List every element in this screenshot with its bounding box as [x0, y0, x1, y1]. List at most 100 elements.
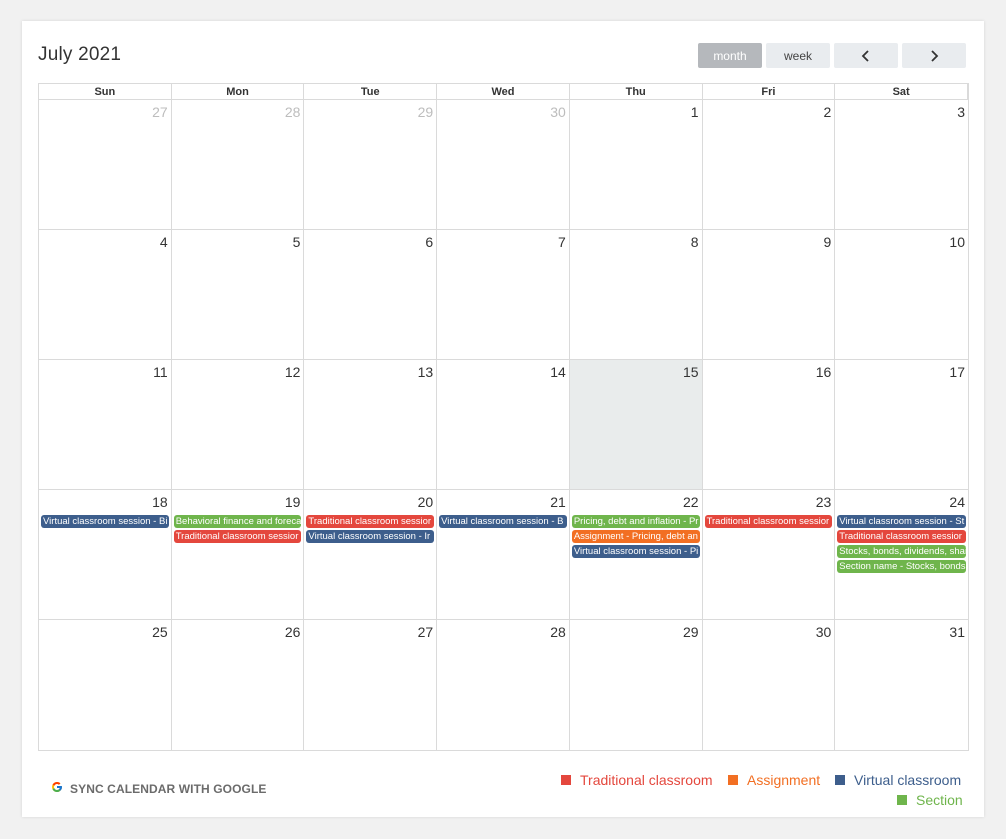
day-of-week-header: Sun: [39, 84, 172, 100]
day-cell[interactable]: 26: [172, 620, 305, 750]
event-traditional[interactable]: Traditional classroom sessior: [306, 515, 435, 528]
day-cell[interactable]: 24 Virtual classroom session - St Traditio…: [835, 490, 968, 620]
day-cell[interactable]: 22 Pricing, debt and inflation - Pr Assign…: [569, 490, 703, 620]
event-assignment[interactable]: Assignment - Pricing, debt an: [571, 530, 700, 543]
day-number[interactable]: 29: [683, 624, 699, 640]
day-number[interactable]: 23: [816, 494, 832, 510]
day-cell[interactable]: 30: [437, 100, 570, 230]
day-cell[interactable]: 9: [702, 230, 836, 360]
day-number[interactable]: 27: [418, 624, 434, 640]
event-section[interactable]: Section name - Stocks, bonds: [837, 560, 966, 573]
day-number[interactable]: 10: [949, 234, 965, 250]
month-view-button[interactable]: month: [698, 43, 762, 68]
day-cell[interactable]: 18 Virtual classroom session - Bi: [39, 490, 172, 620]
day-number[interactable]: 2: [823, 104, 831, 120]
event-traditional[interactable]: Traditional classroom sessior: [173, 530, 302, 543]
day-cell[interactable]: 28: [437, 620, 570, 750]
day-number[interactable]: 19: [285, 494, 301, 510]
day-cell[interactable]: 30: [703, 620, 836, 750]
event-section[interactable]: Behavioral finance and foreca: [173, 515, 302, 528]
day-number[interactable]: 5: [293, 234, 301, 250]
day-cell[interactable]: 19 Behavioral finance and foreca Tradition…: [171, 490, 305, 620]
event-section[interactable]: Pricing, debt and inflation - Pr: [571, 515, 700, 528]
day-cell[interactable]: 7: [437, 230, 570, 360]
day-cell[interactable]: 16: [702, 360, 836, 490]
day-number[interactable]: 3: [957, 104, 965, 120]
day-number[interactable]: 12: [285, 364, 301, 380]
day-cell[interactable]: 11: [39, 360, 172, 490]
day-cell[interactable]: 29: [570, 620, 703, 750]
day-of-week-header: Tue: [304, 84, 438, 100]
day-cell[interactable]: 4: [39, 230, 172, 360]
day-cell[interactable]: 5: [171, 230, 305, 360]
event-virtual[interactable]: Virtual classroom session - B: [439, 515, 567, 528]
day-cell[interactable]: 12: [171, 360, 305, 490]
legend-assignment-swatch: [728, 775, 738, 785]
day-cell[interactable]: 23 Traditional classroom sessior: [702, 490, 836, 620]
day-cell[interactable]: 3: [835, 100, 968, 230]
day-number[interactable]: 30: [550, 104, 566, 120]
day-cell[interactable]: 25: [39, 620, 172, 750]
legend-section-swatch: [897, 795, 907, 805]
sync-google-button[interactable]: SYNC CALENDAR WITH GOOGLE: [51, 780, 267, 798]
day-cell[interactable]: 8: [569, 230, 703, 360]
legend-traditional-swatch: [561, 775, 571, 785]
day-number[interactable]: 9: [823, 234, 831, 250]
day-number[interactable]: 24: [949, 494, 965, 510]
day-cell[interactable]: 28: [171, 100, 305, 230]
day-cell[interactable]: 14: [437, 360, 570, 490]
event-virtual[interactable]: Virtual classroom session - Bi: [41, 515, 169, 528]
event-virtual[interactable]: Virtual classroom session - St: [837, 515, 966, 528]
day-number[interactable]: 25: [152, 624, 168, 640]
day-cell[interactable]: 27: [304, 620, 438, 750]
day-cell[interactable]: 6: [304, 230, 438, 360]
event-virtual[interactable]: Virtual classroom session - Ir: [306, 530, 435, 543]
calendar-title: July 2021: [38, 44, 122, 65]
day-number[interactable]: 30: [816, 624, 832, 640]
event-virtual[interactable]: Virtual classroom session - Pi: [571, 545, 700, 558]
day-number[interactable]: 17: [949, 364, 965, 380]
day-number[interactable]: 7: [558, 234, 566, 250]
day-number[interactable]: 26: [285, 624, 301, 640]
day-cell[interactable]: 29: [304, 100, 438, 230]
legend-virtual-swatch: [835, 775, 845, 785]
day-number[interactable]: 11: [153, 364, 168, 380]
day-events: Traditional classroom sessior Virtual cla…: [306, 515, 435, 545]
event-traditional[interactable]: Traditional classroom sessior: [837, 530, 966, 543]
day-number[interactable]: 8: [691, 234, 699, 250]
day-cell[interactable]: 17: [835, 360, 968, 490]
prev-month-button[interactable]: [834, 43, 898, 68]
day-cell[interactable]: 1: [569, 100, 703, 230]
day-number[interactable]: 16: [816, 364, 832, 380]
day-number[interactable]: 31: [949, 624, 965, 640]
day-cell[interactable]: 2: [702, 100, 836, 230]
day-cell[interactable]: 27: [39, 100, 172, 230]
day-number[interactable]: 18: [152, 494, 168, 510]
day-number[interactable]: 14: [550, 364, 566, 380]
day-number[interactable]: 28: [550, 624, 566, 640]
day-cell[interactable]: 31: [835, 620, 968, 750]
day-number[interactable]: 6: [425, 234, 433, 250]
day-events: Behavioral finance and foreca Traditional…: [173, 515, 302, 545]
day-cell-today[interactable]: 15: [569, 360, 703, 490]
day-number[interactable]: 28: [285, 104, 301, 120]
day-cell[interactable]: 10: [835, 230, 968, 360]
day-number[interactable]: 29: [418, 104, 434, 120]
legend-section-label: Section: [916, 792, 963, 808]
day-cell[interactable]: 21 Virtual classroom session - B: [437, 490, 570, 620]
event-section[interactable]: Stocks, bonds, dividends, shai: [837, 545, 966, 558]
day-events: Virtual classroom session - St Traditiona…: [837, 515, 966, 575]
week-view-button[interactable]: week: [766, 43, 830, 68]
event-traditional[interactable]: Traditional classroom sessior: [704, 515, 833, 528]
day-number[interactable]: 21: [550, 494, 566, 510]
day-number[interactable]: 20: [418, 494, 434, 510]
day-number[interactable]: 15: [683, 364, 699, 380]
day-cell[interactable]: 20 Traditional classroom sessior Virtual c…: [304, 490, 438, 620]
day-number[interactable]: 13: [418, 364, 434, 380]
day-number[interactable]: 1: [691, 104, 699, 120]
day-number[interactable]: 27: [152, 104, 168, 120]
day-number[interactable]: 22: [683, 494, 699, 510]
next-month-button[interactable]: [902, 43, 966, 68]
day-number[interactable]: 4: [160, 234, 168, 250]
day-cell[interactable]: 13: [304, 360, 438, 490]
